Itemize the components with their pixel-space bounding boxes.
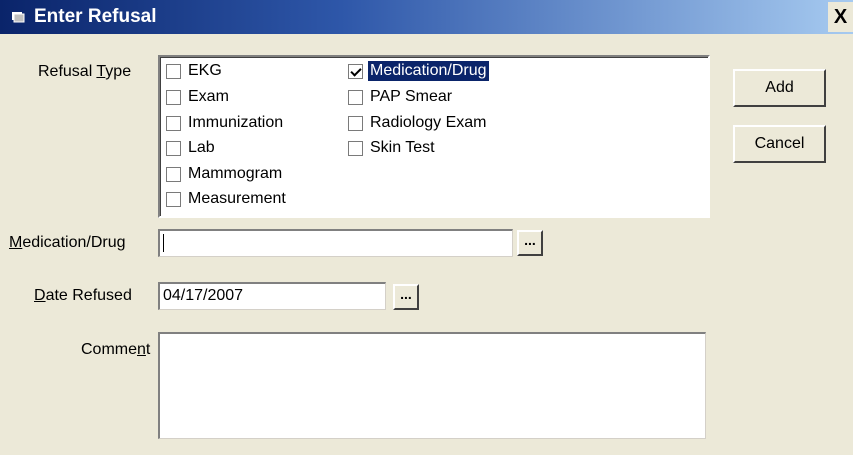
refusal-option-measurement[interactable]: Measurement [166, 188, 288, 210]
medication-drug-input[interactable] [158, 229, 513, 257]
refusal-option-pap-smear[interactable]: PAP Smear [348, 86, 454, 108]
refusal-option-medication-drug[interactable]: Medication/Drug [348, 60, 489, 82]
text-caret [163, 234, 164, 252]
app-icon [12, 12, 25, 23]
checkbox[interactable] [166, 89, 181, 105]
close-button[interactable]: X [828, 2, 853, 32]
refusal-option-immunization[interactable]: Immunization [166, 112, 285, 134]
title-bar: Enter Refusal [0, 0, 853, 34]
checkbox[interactable] [166, 191, 181, 207]
medication-drug-label: Medication/Drug [9, 234, 126, 251]
refusal-option-radiology-exam[interactable]: Radiology Exam [348, 112, 489, 134]
checkbox[interactable] [166, 140, 181, 156]
date-refused-label: Date Refused [34, 287, 132, 304]
medication-lookup-button[interactable]: ... [517, 230, 543, 256]
refusal-type-label: Refusal Type [38, 63, 132, 80]
checkbox[interactable] [166, 166, 181, 182]
add-button[interactable]: Add [733, 69, 826, 107]
comment-textarea[interactable] [158, 332, 706, 439]
date-picker-button[interactable]: ... [393, 284, 419, 310]
refusal-type-list[interactable]: EKG Exam Immunization Lab Mammogram Meas… [158, 55, 710, 218]
checkbox[interactable] [348, 89, 363, 105]
refusal-option-exam[interactable]: Exam [166, 86, 231, 108]
checkbox[interactable] [166, 63, 181, 79]
refusal-option-ekg[interactable]: EKG [166, 60, 224, 82]
refusal-option-skin-test[interactable]: Skin Test [348, 137, 437, 159]
refusal-option-mammogram[interactable]: Mammogram [166, 163, 284, 185]
window-title: Enter Refusal [34, 6, 157, 27]
comment-label: Comment [81, 341, 151, 358]
checkbox-checked[interactable] [348, 63, 363, 79]
checkbox[interactable] [348, 140, 363, 156]
refusal-option-lab[interactable]: Lab [166, 137, 217, 159]
checkbox[interactable] [348, 115, 363, 131]
date-refused-input[interactable]: 04/17/2007 [158, 282, 386, 310]
checkbox[interactable] [166, 115, 181, 131]
cancel-button[interactable]: Cancel [733, 125, 826, 163]
